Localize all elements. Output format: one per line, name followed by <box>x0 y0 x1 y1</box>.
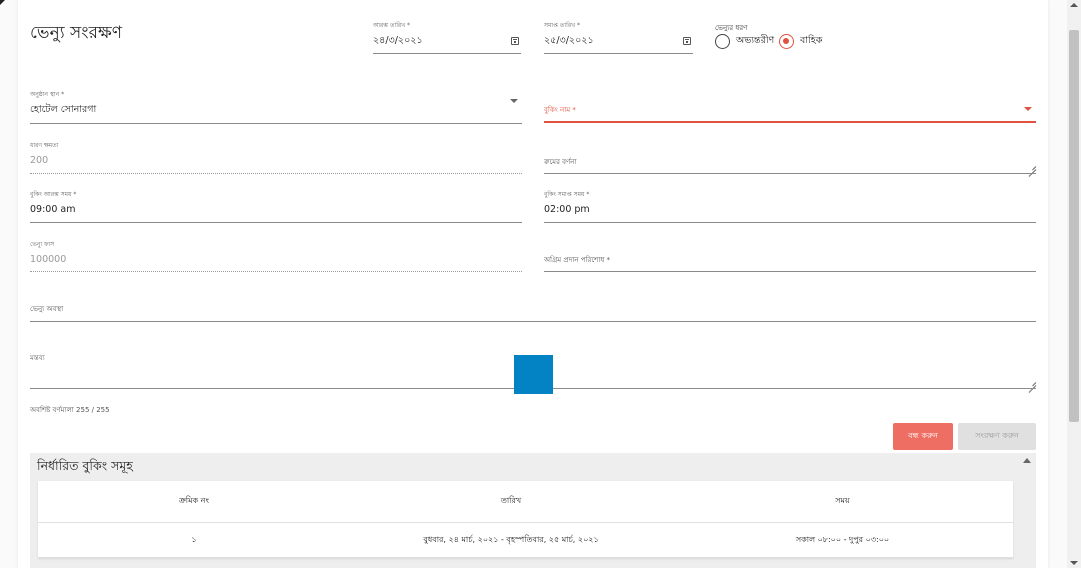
booking-end-time-value: 02:00 pm <box>544 204 590 215</box>
booking-end-time-field[interactable]: বুকিং সমাপ্ত সময় * 02:00 pm <box>544 189 1036 225</box>
booking-start-time-label: বুকিং আরম্ভ সময় * <box>30 191 77 198</box>
booking-name-select[interactable]: বুকিং নাম * <box>544 89 1036 125</box>
char-counter: অবশিষ্ট বর্ণমালা 255 / 255 <box>30 406 110 414</box>
room-capacity-label: ধারণ ক্ষমতা <box>30 142 59 149</box>
column-header-time[interactable]: সময় <box>672 495 1013 508</box>
room-capacity-value: 200 <box>30 155 49 166</box>
venue-place-value: হোটেল সোনারগা <box>30 104 97 115</box>
venue-type-external-radio[interactable]: বাহিক <box>779 34 822 49</box>
venue-type-internal-radio[interactable]: অভ্যন্তরীণ <box>715 34 774 49</box>
chevron-down-icon[interactable] <box>1024 107 1032 111</box>
chevron-up-icon[interactable] <box>1023 458 1031 463</box>
end-date-underline <box>544 53 693 54</box>
chevron-down-icon[interactable] <box>510 99 518 103</box>
table-header-row: ক্রমিক নং তারিখ সময় <box>38 481 1013 523</box>
drag-handle[interactable] <box>514 355 553 394</box>
comment-label: মন্তব্য <box>30 354 45 362</box>
scrollbar-thumb[interactable] <box>1069 30 1079 422</box>
venue-fee-field: ভেন্যু ফাস 100000 <box>30 239 522 275</box>
advance-payment-input[interactable]: অগ্রিম প্রদান পরিশোধ * <box>544 239 1036 275</box>
start-date-underline <box>373 53 521 54</box>
radio-circle-icon[interactable] <box>715 34 730 49</box>
venue-fee-value: 100000 <box>30 254 67 265</box>
venue-status-underline <box>30 321 1036 322</box>
table-row[interactable]: ১ বুধবার, ২৪ মার্চ, ২০২১ - বৃহস্পতিবার, … <box>38 523 1013 558</box>
venue-status-input[interactable]: ভেন্যু অবস্থা <box>30 288 1036 324</box>
room-capacity-field: ধারণ ক্ষমতা 200 <box>30 140 522 176</box>
close-button[interactable]: বন্ধ করুন <box>893 423 953 450</box>
booking-name-placeholder: বুকিং নাম * <box>544 106 576 114</box>
venue-type-external-label: বাহিক <box>800 35 823 46</box>
venue-type-label: ভেন্যুর ধরণ <box>715 24 748 32</box>
booking-start-time-field[interactable]: বুকিং আরম্ভ সময় * 09:00 am <box>30 189 522 225</box>
booking-end-time-label: বুকিং সমাপ্ত সময় * <box>544 191 590 198</box>
resize-handle-icon[interactable] <box>1028 162 1036 170</box>
calendar-icon[interactable] <box>511 37 519 45</box>
venue-type-internal-label: অভ্যন্তরীণ <box>736 35 775 46</box>
venue-place-label: অনুষ্ঠান স্থান * <box>30 91 65 98</box>
scheduled-bookings-panel: নির্ধারিত বুকিং সমূহ ক্রমিক নং তারিখ সময… <box>30 453 1036 568</box>
room-description-underline <box>544 173 1036 174</box>
bookings-table: ক্রমিক নং তারিখ সময় ১ বুধবার, ২৪ মার্চ,… <box>38 481 1013 558</box>
room-description-placeholder: রুমের বর্ণনা <box>544 158 577 166</box>
end-date-label: সমাপ্ত তারিখ * <box>544 22 580 29</box>
column-header-serial[interactable]: ক্রমিক নং <box>38 495 350 508</box>
venue-fee-label: ভেন্যু ফাস <box>30 241 55 248</box>
room-capacity-underline <box>30 173 522 174</box>
scroll-down-arrow-icon[interactable] <box>1070 561 1078 565</box>
end-date-value: ২৫/৩/২০২১ <box>544 35 594 46</box>
calendar-icon[interactable] <box>683 37 691 45</box>
venue-status-placeholder: ভেন্যু অবস্থা <box>30 305 64 313</box>
start-date-label: আরম্ভ তারিখ * <box>373 22 411 29</box>
room-description-textarea[interactable]: রুমের বর্ণনা <box>544 140 1036 176</box>
booking-end-time-underline <box>544 222 1036 223</box>
venue-booking-dialog: ভেন্যু সংরক্ষণ আরম্ভ তারিখ * ২৪/৩/২০২১ স… <box>18 0 1048 568</box>
scroll-up-arrow-icon[interactable] <box>1070 3 1078 7</box>
booking-start-time-value: 09:00 am <box>30 204 76 215</box>
advance-payment-placeholder: অগ্রিম প্রদান পরিশোধ * <box>544 256 610 264</box>
vertical-scrollbar[interactable] <box>1067 0 1081 568</box>
table-cell-date: বুধবার, ২৪ মার্চ, ২০২১ - বৃহস্পতিবার, ২৫… <box>423 534 599 544</box>
resize-handle-icon[interactable] <box>1028 378 1036 386</box>
booking-start-time-underline <box>30 222 522 223</box>
start-date-field[interactable]: আরম্ভ তারিখ * ২৪/৩/২০২১ <box>373 20 521 56</box>
booking-name-underline <box>544 121 1036 123</box>
venue-fee-underline <box>30 271 522 272</box>
panel-title: নির্ধারিত বুকিং সমূহ <box>37 458 133 473</box>
venue-place-select[interactable]: অনুষ্ঠান স্থান * হোটেল সোনারগা <box>30 89 522 125</box>
table-cell-time: সকাল ০৮:০০ - দুপুর ০৩:০০ <box>795 534 890 544</box>
table-cell-serial: ১ <box>191 534 197 544</box>
dialog-title: ভেন্যু সংরক্ষণ <box>30 23 122 43</box>
save-button[interactable]: সংরক্ষণ করুন <box>958 423 1036 450</box>
end-date-field[interactable]: সমাপ্ত তারিখ * ২৫/৩/২০২১ <box>544 20 693 56</box>
advance-payment-underline <box>544 271 1036 272</box>
venue-place-underline <box>30 123 522 124</box>
column-header-date[interactable]: তারিখ <box>350 495 672 508</box>
radio-checked-icon[interactable] <box>779 34 794 49</box>
start-date-value: ২৪/৩/২০২১ <box>373 35 423 46</box>
